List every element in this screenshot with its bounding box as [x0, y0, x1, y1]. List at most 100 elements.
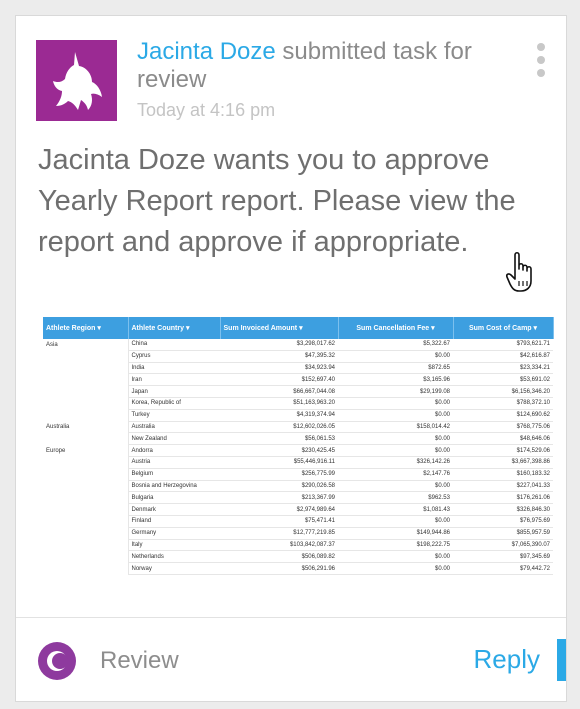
- region-cell: Asia: [43, 339, 129, 351]
- column-header[interactable]: Athlete Region ▾: [43, 317, 129, 339]
- activity-timestamp: Today at 4:16 pm: [137, 100, 276, 120]
- amount-cell: $506,291.96: [220, 562, 338, 575]
- region-cell: [43, 409, 129, 422]
- review-icon[interactable]: [38, 642, 76, 680]
- table-row: Netherlands $506,089.82 $0.00 $97,345.69: [43, 550, 553, 564]
- table-row: Denmark $2,974,989.64 $1,081.43 $326,846.30: [43, 503, 553, 516]
- amount-cell: $79,442.72: [453, 562, 553, 575]
- table-row: India $34,923.94 $872.65 $23,334.21: [43, 362, 553, 375]
- reply-accent-bar: [557, 639, 566, 681]
- amount-cell: $788,372.10: [453, 397, 553, 410]
- region-cell: Australia: [43, 421, 129, 433]
- amount-cell: $227,041.33: [453, 480, 553, 493]
- task-card: Jacinta Doze submitted task for review T…: [15, 15, 567, 702]
- country-cell: Cyprus: [128, 350, 220, 363]
- amount-cell: $53,691.02: [453, 373, 553, 387]
- amount-cell: $793,621.71: [453, 339, 553, 351]
- country-cell: Germany: [128, 527, 220, 540]
- amount-cell: $97,345.69: [453, 550, 553, 564]
- table-row: Bulgaria $213,367.99 $962.53 $176,261.06: [43, 491, 553, 505]
- amount-cell: $174,529.06: [453, 444, 553, 457]
- country-cell: Belgium: [128, 468, 220, 481]
- region-cell: [43, 515, 129, 528]
- table-row: Cyprus $47,395.32 $0.00 $42,616.87: [43, 350, 553, 363]
- review-label[interactable]: Review: [100, 647, 179, 675]
- amount-cell: $0.00: [338, 444, 453, 457]
- amount-cell: $256,775.99: [220, 468, 338, 481]
- amount-cell: $326,142.26: [338, 456, 453, 469]
- amount-cell: $0.00: [338, 432, 453, 446]
- table-row: Germany $12,777,219.85 $149,944.86 $855,957…: [43, 527, 553, 540]
- country-cell: Korea, Republic of: [128, 397, 220, 410]
- amount-cell: $51,163,963.20: [220, 397, 338, 410]
- region-cell: [43, 468, 129, 481]
- country-cell: Turkey: [128, 409, 220, 422]
- amount-cell: $176,261.06: [453, 491, 553, 505]
- region-cell: [43, 527, 129, 540]
- amount-cell: $56,061.53: [220, 432, 338, 446]
- user-name-link[interactable]: Jacinta Doze: [137, 38, 276, 65]
- table-row: Asia China $3,298,017.62 $5,322.67 $793,621.…: [43, 339, 553, 351]
- amount-cell: $152,697.40: [220, 373, 338, 387]
- amount-cell: $103,842,087.37: [220, 539, 338, 552]
- region-cell: [43, 350, 129, 363]
- country-cell: Bulgaria: [128, 491, 220, 505]
- amount-cell: $7,065,390.07: [453, 539, 553, 552]
- region-cell: [43, 503, 129, 516]
- country-cell: Andorra: [128, 444, 220, 457]
- table-row: Europe Andorra $230,425.45 $0.00 $174,529.06: [43, 444, 553, 457]
- amount-cell: $0.00: [338, 550, 453, 564]
- column-header[interactable]: Sum Cancellation Fee ▾: [338, 317, 454, 339]
- amount-cell: $4,319,374.94: [220, 409, 338, 422]
- amount-cell: $326,846.30: [453, 503, 553, 516]
- country-cell: India: [128, 362, 220, 375]
- more-vertical-icon[interactable]: [536, 43, 546, 77]
- amount-cell: $1,081.43: [338, 503, 453, 516]
- country-cell: Italy: [128, 539, 220, 552]
- amount-cell: $124,690.62: [453, 409, 553, 422]
- table-header-row: Athlete Region ▾ Athlete Country ▾ Sum I…: [43, 317, 554, 339]
- column-header[interactable]: Sum Cost of Camp ▾: [453, 317, 554, 339]
- country-cell: Finland: [128, 515, 220, 528]
- amount-cell: $2,974,989.64: [220, 503, 338, 516]
- table-row: Finland $75,471.41 $0.00 $76,975.69: [43, 515, 553, 528]
- table-row: Japan $66,667,044.08 $29,199.08 $6,156,346.…: [43, 385, 553, 398]
- column-header[interactable]: Sum Invoiced Amount ▾: [220, 317, 339, 339]
- report-preview-table[interactable]: Athlete Region ▾ Athlete Country ▾ Sum I…: [43, 317, 554, 575]
- activity-header: Jacinta Doze submitted task for review: [137, 38, 497, 94]
- amount-cell: $0.00: [338, 350, 453, 363]
- region-cell: Europe: [43, 444, 129, 457]
- country-cell: Denmark: [128, 503, 220, 516]
- table-row: Iran $152,697.40 $3,165.96 $53,691.02: [43, 373, 553, 387]
- amount-cell: $230,425.45: [220, 444, 338, 457]
- caret-down-icon: ▾: [185, 325, 190, 332]
- caret-down-icon: ▾: [97, 325, 101, 332]
- region-cell: [43, 480, 129, 492]
- amount-cell: $3,667,398.86: [453, 456, 553, 469]
- region-cell: [43, 456, 129, 469]
- amount-cell: $12,602,026.05: [220, 421, 338, 434]
- unicorn-icon: [52, 51, 102, 110]
- amount-cell: $47,395.32: [220, 350, 338, 363]
- caret-down-icon: ▾: [299, 325, 303, 332]
- country-cell: New Zealand: [128, 432, 220, 446]
- region-cell: [43, 362, 129, 374]
- amount-cell: $5,322.67: [338, 339, 453, 351]
- amount-cell: $55,446,916.11: [220, 456, 338, 469]
- amount-cell: $158,014.42: [338, 421, 453, 434]
- reply-button[interactable]: Reply: [474, 644, 540, 675]
- amount-cell: $872.65: [338, 362, 453, 375]
- hand-pointer-icon: [506, 251, 532, 292]
- table-row: Bosnia and Herzegovina $290,026.58 $0.00 $2…: [43, 480, 553, 493]
- amount-cell: $76,975.69: [453, 515, 553, 528]
- caret-down-icon: ▾: [533, 325, 538, 332]
- amount-cell: $0.00: [338, 397, 453, 410]
- table-row: Italy $103,842,087.37 $198,222.75 $7,065,39…: [43, 539, 553, 552]
- user-avatar[interactable]: [36, 40, 117, 121]
- column-header[interactable]: Athlete Country ▾: [128, 317, 221, 339]
- region-cell: [43, 385, 129, 398]
- country-cell: Australia: [128, 421, 220, 434]
- country-cell: Austria: [128, 456, 220, 469]
- region-cell: [43, 432, 129, 445]
- amount-cell: $290,026.58: [220, 480, 338, 493]
